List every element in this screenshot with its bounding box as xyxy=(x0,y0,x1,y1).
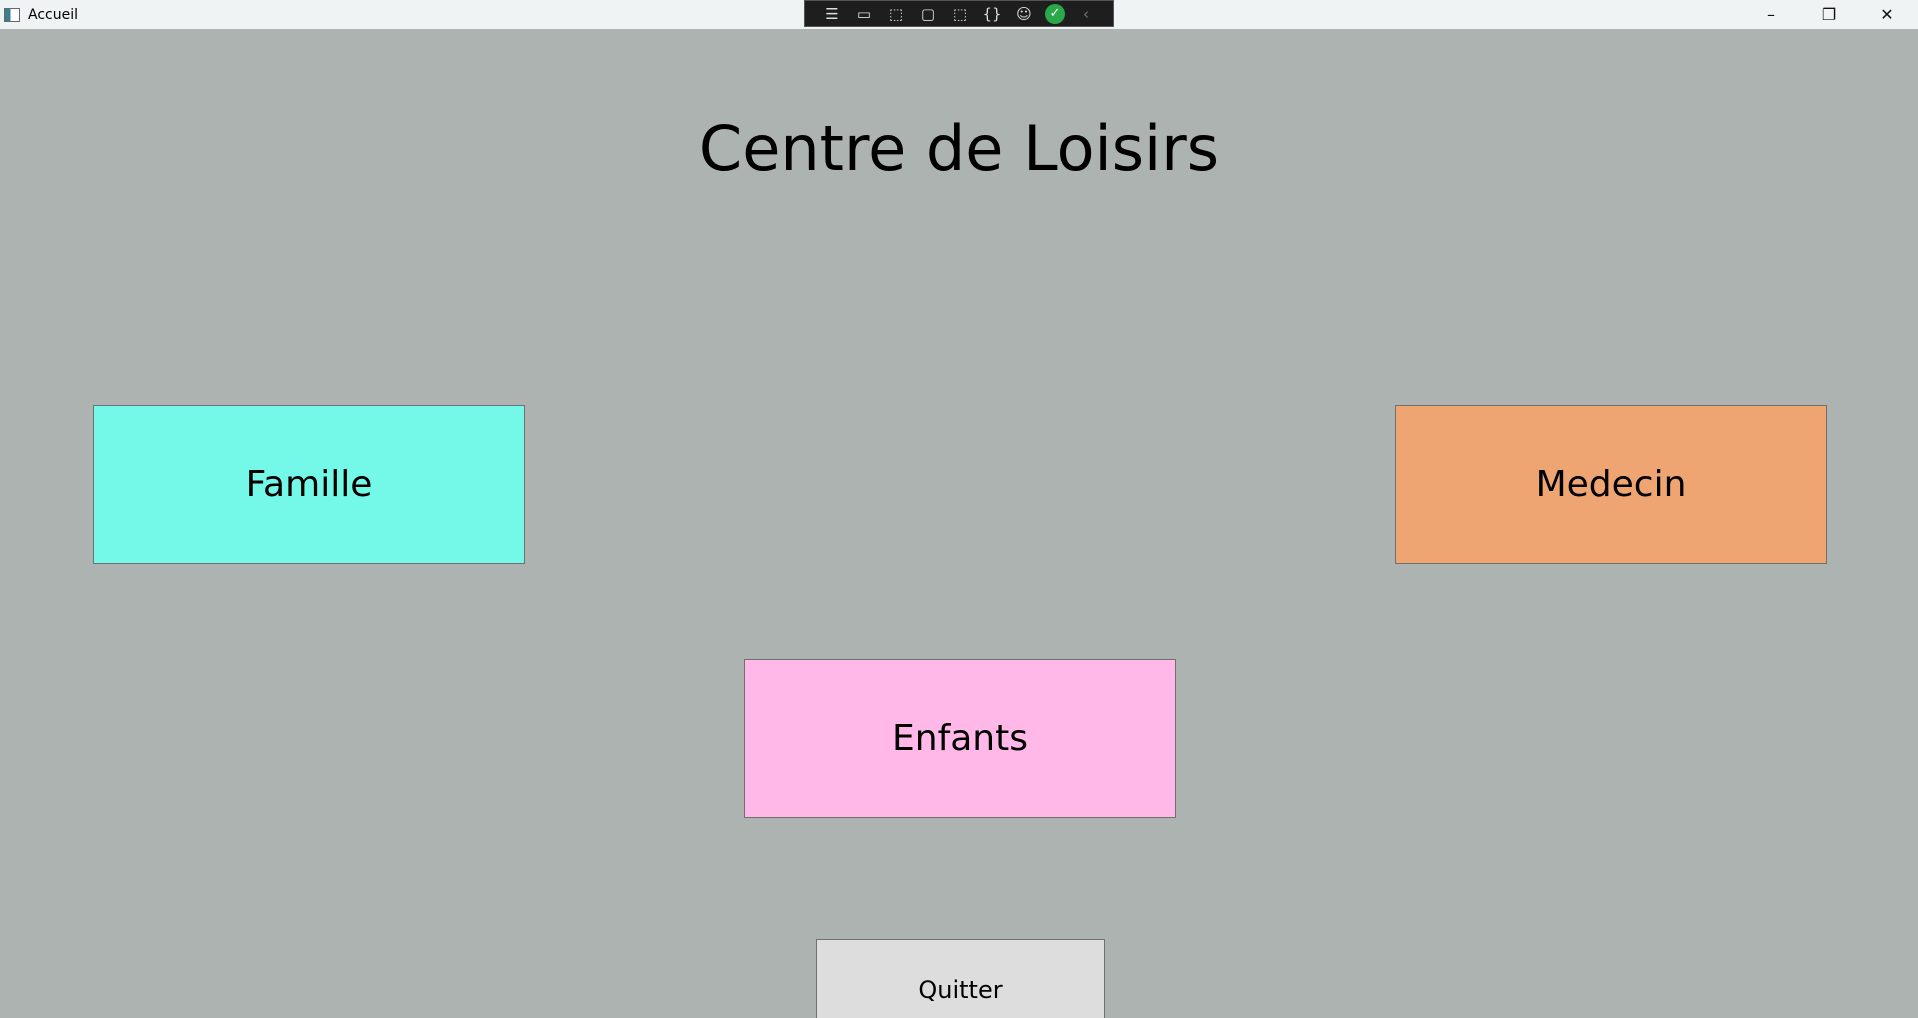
restore-button[interactable]: ❐ xyxy=(1800,0,1858,29)
quitter-button[interactable]: Quitter xyxy=(816,939,1105,1018)
check-icon[interactable]: ✓ xyxy=(1045,3,1065,24)
display-layout-adorners-icon[interactable]: ▢ xyxy=(917,5,939,23)
enfants-button[interactable]: Enfants xyxy=(744,659,1176,818)
close-button[interactable]: ✕ xyxy=(1858,0,1916,29)
track-focus-icon[interactable]: ⬚ xyxy=(949,5,971,23)
accessibility-icon[interactable]: ☺ xyxy=(1013,5,1035,23)
live-visual-tree-icon[interactable]: ☰ xyxy=(821,5,843,23)
select-element-icon[interactable]: ⬚ xyxy=(885,5,907,23)
famille-button[interactable]: Famille xyxy=(93,405,525,564)
page-title: Centre de Loisirs xyxy=(698,112,1220,185)
app-icon xyxy=(4,7,20,22)
medecin-button[interactable]: Medecin xyxy=(1395,405,1827,564)
binding-failures-icon[interactable]: {} xyxy=(981,5,1003,23)
minimize-button[interactable]: – xyxy=(1742,0,1800,29)
collapse-icon[interactable]: ‹ xyxy=(1075,5,1097,23)
window-title: Accueil xyxy=(28,6,78,23)
debug-toolbar: ☰ ▭ ⬚ ▢ ⬚ {} ☺ ✓ ‹ xyxy=(804,0,1114,27)
record-icon[interactable]: ▭ xyxy=(853,5,875,23)
